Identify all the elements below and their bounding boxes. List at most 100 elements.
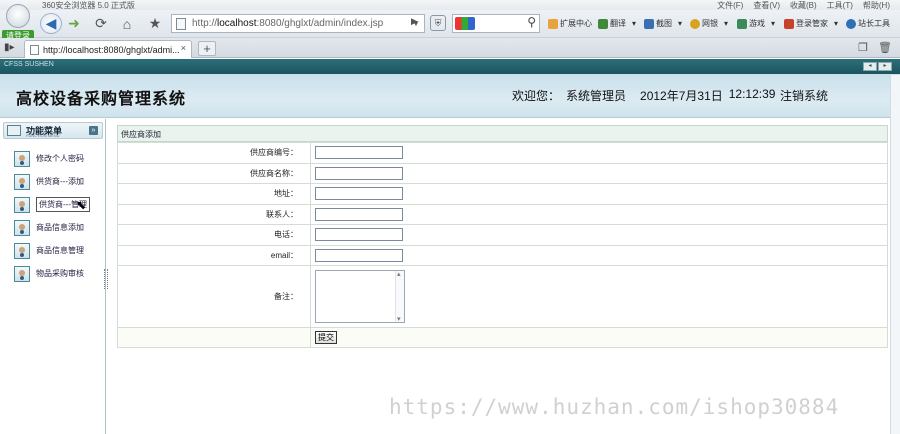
refresh-icon: ⟳ xyxy=(95,15,107,31)
tab-title: http://localhost:8080/ghglxt/admi... xyxy=(43,44,180,55)
menu-header: 功能菜单 FUNCTION MENU » xyxy=(3,122,103,139)
address-input[interactable] xyxy=(315,187,403,201)
form-row: 联系人： xyxy=(117,203,888,225)
webmaster-icon xyxy=(846,18,856,29)
browser-toolbar: 请登录 ◀ ➜ ⟳ ⌂ ★ http://localhost:8080/ghgl… xyxy=(0,4,900,42)
sidebar-item-product-add[interactable]: 商品信息添加 xyxy=(14,216,100,239)
page-scrollbar[interactable] xyxy=(890,75,900,434)
tab-admin-index[interactable]: http://localhost:8080/ghglxt/admi... × xyxy=(24,40,192,58)
home-button[interactable]: ⌂ xyxy=(116,13,138,34)
textarea-scrollbar[interactable] xyxy=(395,270,404,323)
user-icon xyxy=(14,242,30,259)
sidebar-item-change-password[interactable]: 修改个人密码 xyxy=(14,147,100,170)
page-icon xyxy=(176,17,186,30)
screenshot-button[interactable]: 截图 ▾ xyxy=(644,18,682,29)
back-arrow-icon: ◀ xyxy=(45,15,57,31)
security-shield-icon[interactable]: ⛨ xyxy=(430,15,446,31)
form-row: 供应商编号： xyxy=(117,142,888,164)
remarks-textarea[interactable] xyxy=(315,270,405,323)
sidebar-item-product-manage[interactable]: 商品信息管理 xyxy=(14,239,100,262)
email-input[interactable] xyxy=(315,248,403,262)
sidebar-item-purchase-review[interactable]: 物品采购审核 xyxy=(14,262,100,285)
sidebar: 功能菜单 FUNCTION MENU » 修改个人密码 供货商---添加 供货商… xyxy=(0,119,106,434)
welcome-label: 欢迎您： xyxy=(512,89,561,103)
search-icon[interactable]: ⚲ xyxy=(527,15,536,29)
sidebar-item-supplier-manage[interactable]: 供货商---管理 ⬉ xyxy=(14,193,100,216)
key-icon xyxy=(784,18,794,29)
current-time: 12:12:39 xyxy=(728,87,776,101)
back-button[interactable]: ◀ xyxy=(40,13,62,34)
go-icon[interactable]: ▶ xyxy=(411,16,423,31)
page-icon xyxy=(30,44,39,55)
translate-button[interactable]: 翻译 ▾ xyxy=(598,18,636,29)
supplier-id-input[interactable] xyxy=(315,146,403,160)
page-title: 高校设备采购管理系统 xyxy=(16,89,187,108)
ext-center-button[interactable]: 扩展中心 xyxy=(548,18,592,29)
forward-button[interactable]: ➜ xyxy=(64,13,84,34)
sidebar-item-label: 商品信息管理 xyxy=(36,246,84,255)
field-label: 备注： xyxy=(117,265,311,328)
supplier-form: 供应商编号： 供应商名称： 地址： 联系人： 电话： email： 备注： ▴ … xyxy=(117,142,888,348)
login-manager-button[interactable]: 登录管家 ▾ xyxy=(784,18,838,29)
logout-link[interactable]: 注销系统 xyxy=(780,87,828,104)
scroll-right-icon[interactable]: ▸ xyxy=(878,62,892,71)
scroll-left-icon[interactable]: ◂ xyxy=(863,62,877,71)
translate-icon xyxy=(598,18,608,29)
browser-title-bar: 360安全浏览器 5.0 正式版 文件(F) 查看(V) 收藏(B) 工具(T)… xyxy=(0,0,900,10)
field-label: 地址： xyxy=(117,183,311,205)
user-role: 系统管理员 xyxy=(566,89,627,103)
app-header: 高校设备采购管理系统 欢迎您： 系统管理员 2012年7月31日 12:12:3… xyxy=(0,74,900,118)
current-date: 2012年7月31日 xyxy=(640,89,723,103)
app-strip: CFSS SUSHEN ◂ ▸ xyxy=(0,59,900,74)
field-label: 联系人： xyxy=(117,203,311,225)
sidebar-item-supplier-add[interactable]: 供货商---添加 xyxy=(14,170,100,193)
user-icon xyxy=(14,196,30,213)
avatar-icon xyxy=(6,4,30,28)
form-row: 提交 xyxy=(117,327,888,348)
sidebar-toggle-icon[interactable]: ▮▸ xyxy=(4,42,15,53)
form-row: email： xyxy=(117,244,888,266)
games-button[interactable]: 游戏 ▾ xyxy=(737,18,775,29)
menu-list: 修改个人密码 供货商---添加 供货商---管理 ⬉ 商品信息添加 商品信息管理 xyxy=(14,147,100,285)
menu-icon xyxy=(7,125,21,136)
field-label: email： xyxy=(117,244,311,266)
search-box[interactable]: ⚲ xyxy=(452,14,540,33)
restore-tabs-icon[interactable]: ❐ xyxy=(858,41,868,54)
supplier-name-input[interactable] xyxy=(315,166,403,180)
user-icon xyxy=(14,219,30,236)
contact-input[interactable] xyxy=(315,207,403,221)
phone-input[interactable] xyxy=(315,228,403,242)
collapse-icon[interactable]: » xyxy=(89,126,98,135)
home-icon: ⌂ xyxy=(122,15,132,32)
webmaster-tools-button[interactable]: 站长工具 xyxy=(846,18,890,29)
form-row: 电话： xyxy=(117,224,888,246)
tab-bar: ▮▸ http://localhost:8080/ghglxt/admi... … xyxy=(0,38,900,58)
address-bar[interactable]: http://localhost:8080/ghglxt/admin/index… xyxy=(171,14,425,33)
address-url[interactable]: http://localhost:8080/ghglxt/admin/index… xyxy=(192,18,383,29)
sidebar-item-label: 商品信息添加 xyxy=(36,223,84,232)
sidebar-item-label: 供货商---添加 xyxy=(36,177,84,186)
ebank-button[interactable]: 网银 ▾ xyxy=(690,18,728,29)
search-engine-icon[interactable] xyxy=(455,17,475,30)
form-row: 供应商名称： xyxy=(117,162,888,184)
refresh-button[interactable]: ⟳ xyxy=(92,13,110,34)
new-tab-button[interactable]: + xyxy=(198,41,216,56)
strip-caption: CFSS SUSHEN xyxy=(4,61,54,68)
strip-arrows: ◂ ▸ xyxy=(863,62,892,71)
close-icon[interactable]: × xyxy=(181,43,186,53)
field-label: 供应商编号： xyxy=(117,142,311,164)
form-row: 地址： xyxy=(117,183,888,205)
cursor-icon: ⬉ xyxy=(76,198,87,212)
watermark: https://www.huzhan.com/ishop30884 xyxy=(389,395,840,419)
favorite-button[interactable]: ★ xyxy=(146,13,164,34)
user-icon xyxy=(14,173,30,190)
ebank-icon xyxy=(690,18,700,29)
trash-icon[interactable]: 🗑 xyxy=(878,41,892,54)
field-label: 供应商名称： xyxy=(117,162,311,184)
user-icon xyxy=(14,265,30,282)
submit-button[interactable]: 提交 xyxy=(315,331,337,344)
games-icon xyxy=(737,18,747,29)
extension-icon xyxy=(548,18,558,29)
forward-arrow-icon: ➜ xyxy=(68,15,80,31)
sidebar-splitter[interactable] xyxy=(104,269,108,289)
